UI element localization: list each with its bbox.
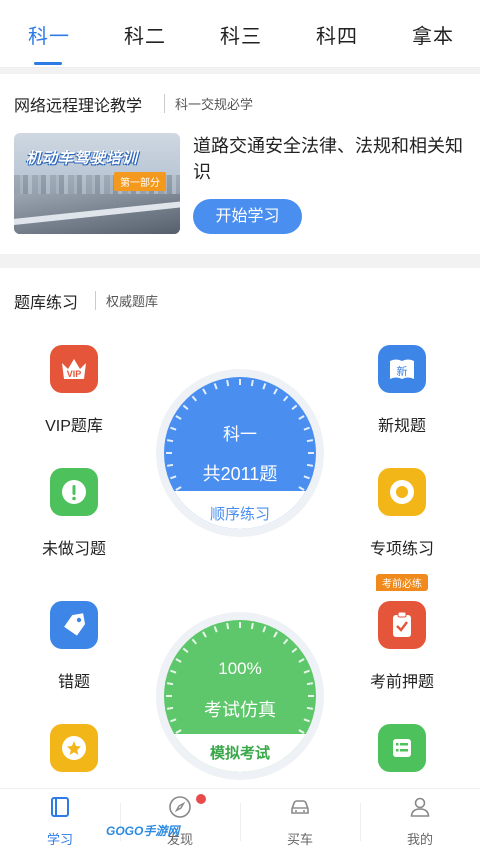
dial-tick: [298, 729, 305, 734]
dial-tick: [213, 626, 218, 633]
dial-tick: [291, 647, 298, 654]
car-icon: [291, 800, 309, 814]
tab-ke-si[interactable]: 科四: [316, 20, 358, 49]
target-icon[interactable]: [378, 468, 426, 516]
dial-tick: [175, 729, 182, 734]
dial-tick: [291, 404, 298, 411]
special-practice-label[interactable]: 专项练习: [352, 535, 452, 559]
dial-tick: [175, 486, 182, 491]
dial-tick: [182, 404, 189, 411]
course-section-title: 网络远程理论教学: [14, 98, 143, 115]
dial-tick: [250, 622, 254, 630]
mock-exam-label[interactable]: 模拟考试: [164, 742, 316, 763]
list-icon[interactable]: [378, 724, 426, 772]
dial-tick: [262, 626, 267, 633]
nav-buy-car[interactable]: 买车: [240, 789, 360, 853]
nav-mine-label: 我的: [406, 832, 433, 847]
dial-exam-title: 考试仿真: [204, 700, 276, 720]
bottom-navigation: 学习 发现 买车 我的: [0, 788, 480, 853]
wrong-questions-label[interactable]: 错题: [24, 668, 124, 692]
mock-exam-dial[interactable]: 100% 考试仿真 模拟考试: [156, 612, 324, 780]
course-thumbnail[interactable]: 机动车驾驶培训 第一部分: [14, 133, 180, 234]
thumbnail-badge: 第一部分: [114, 172, 166, 191]
order-practice-dial[interactable]: 科一 共2011题 顺序练习: [156, 369, 324, 537]
new-rules-label[interactable]: 新规题: [352, 412, 452, 436]
dial-tick: [202, 631, 207, 638]
dial-face: 科一 共2011题 顺序练习: [164, 377, 316, 529]
tab-ke-er[interactable]: 科二: [124, 20, 166, 49]
user-icon: [410, 797, 430, 817]
dial-face: 100% 考试仿真 模拟考试: [164, 620, 316, 772]
vip-crown-icon[interactable]: VIP: [50, 345, 98, 393]
tab-ke-san[interactable]: 科三: [220, 20, 262, 49]
order-practice-label[interactable]: 顺序练习: [164, 503, 316, 524]
pre-exam-tag: 考前必练: [376, 574, 428, 591]
practice-section-subtitle: 权威题库: [95, 291, 158, 310]
dial-tick: [213, 383, 218, 390]
nav-buy-car-label: 买车: [286, 832, 313, 847]
dial-tick: [262, 383, 267, 390]
dial-tick: [273, 631, 278, 638]
course-section-subtitle: 科一交规必学: [164, 94, 253, 113]
start-learning-button[interactable]: 开始学习: [193, 199, 302, 234]
dial-tick: [282, 395, 289, 402]
dial-tick: [298, 486, 305, 491]
vip-bank-label[interactable]: VIP题库: [24, 412, 124, 436]
tab-na-ben[interactable]: 拿本: [412, 20, 454, 49]
tab-ke-yi[interactable]: 科一: [28, 20, 70, 49]
svg-text:新: 新: [397, 364, 408, 378]
course-title[interactable]: 道路交通安全法律、法规和相关知识: [193, 133, 468, 185]
nav-discover[interactable]: 发现: [120, 789, 240, 853]
dial-tick: [226, 379, 230, 387]
clipboard-check-icon[interactable]: [378, 601, 426, 649]
divider: [0, 68, 480, 74]
dial-tick: [306, 682, 314, 686]
divider: [0, 254, 480, 268]
watermark: GOGO手游网: [106, 824, 180, 838]
dial-tick: [202, 388, 207, 395]
nav-learn-label: 学习: [46, 832, 73, 847]
dial-tick: [250, 379, 254, 387]
new-book-icon[interactable]: 新: [378, 345, 426, 393]
tag-icon[interactable]: [50, 601, 98, 649]
dial-tick: [175, 415, 182, 420]
pre-exam-label[interactable]: 考前押题: [352, 668, 452, 692]
dial-subject: 科一: [223, 425, 257, 444]
nav-mine[interactable]: 我的: [360, 789, 480, 853]
subject-tabs: 科一 科二 科三 科四 拿本: [0, 0, 480, 68]
dial-tick: [166, 682, 174, 686]
dial-tick: [191, 395, 198, 402]
dial-tick: [282, 638, 289, 645]
dial-tick: [191, 638, 198, 645]
thumbnail-title: 机动车驾驶培训: [26, 150, 139, 167]
dial-tick: [298, 415, 305, 420]
dial-percent: 100%: [218, 659, 262, 678]
dial-tick: [226, 622, 230, 630]
book-icon: [51, 797, 69, 817]
compass-icon: [169, 796, 191, 818]
undone-questions-label[interactable]: 未做习题: [24, 535, 124, 559]
star-icon[interactable]: [50, 724, 98, 772]
exclamation-icon[interactable]: [50, 468, 98, 516]
active-tab-indicator: [34, 62, 62, 65]
notification-badge: [196, 794, 206, 804]
practice-section-title: 题库练习: [14, 295, 79, 312]
svg-text:VIP: VIP: [67, 369, 82, 379]
dial-tick: [182, 647, 189, 654]
dial-tick: [273, 388, 278, 395]
dial-question-count: 共2011题: [202, 464, 278, 484]
nav-learn[interactable]: 学习: [0, 789, 120, 853]
